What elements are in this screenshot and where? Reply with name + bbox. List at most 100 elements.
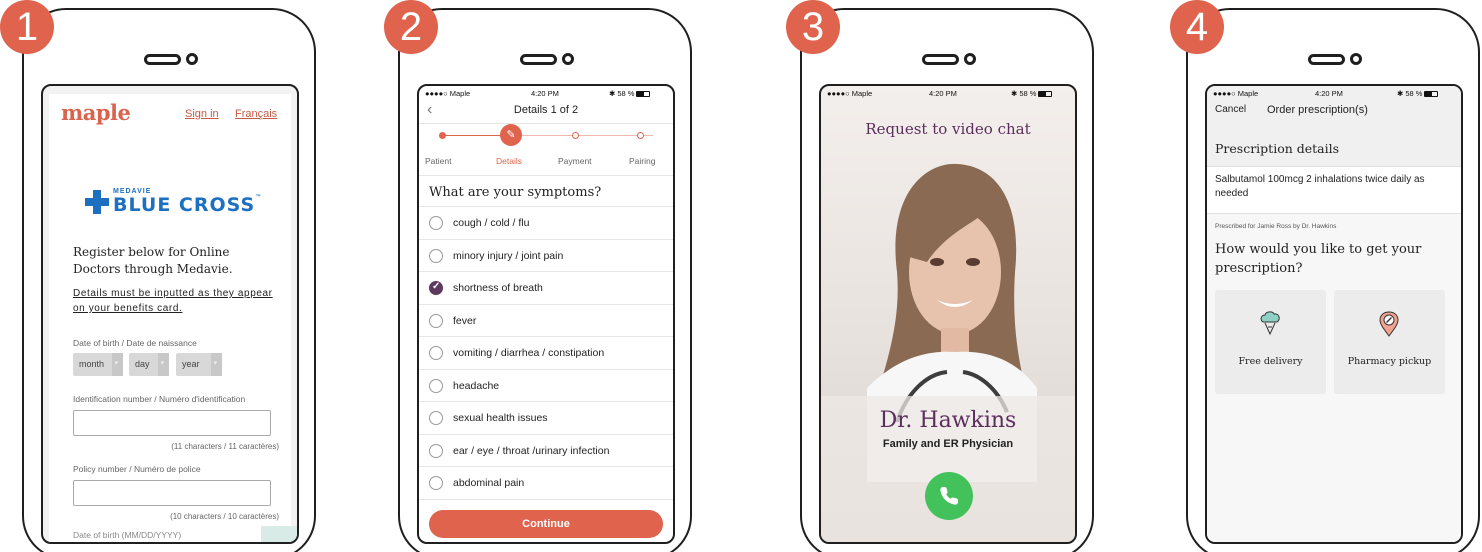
dob-format-label: Date of birth (MM/DD/YYYY) <box>73 530 182 540</box>
symptom-option[interactable]: ear / eye / throat /urinary infection <box>419 435 673 467</box>
decorative-corner <box>261 526 297 542</box>
registration-card: maple Sign in Français MEDAVIE BLUE CROS… <box>49 94 291 542</box>
doctor-role: Family and ER Physician <box>882 438 1014 450</box>
phone-camera <box>1350 53 1362 65</box>
answer-call-button[interactable] <box>925 472 973 520</box>
phone-frame-2: ●●●●○ Maple 4:20 PM ✱ 58 % ‹ Details 1 o… <box>398 8 692 552</box>
step-badge-4: 4 <box>1170 0 1224 54</box>
radio-icon <box>429 476 443 490</box>
step-dot-pairing <box>637 132 644 139</box>
delivery-icon <box>1260 311 1280 336</box>
carrier: ●●●●○ Maple <box>425 89 471 98</box>
symptom-list: cough / cold / flu minory injury / joint… <box>419 206 673 500</box>
symptom-option[interactable]: vomiting / diarrhea / constipation <box>419 337 673 370</box>
battery-icon <box>1038 91 1053 98</box>
symptom-option[interactable]: minory injury / joint pain <box>419 240 673 272</box>
id-label: Identification number / Numéro d'identif… <box>73 394 246 404</box>
free-delivery-option[interactable]: Free delivery <box>1215 290 1326 394</box>
phone-speaker <box>1308 54 1345 65</box>
map-pin-icon <box>1379 311 1399 337</box>
cancel-button[interactable]: Cancel <box>1215 100 1246 120</box>
pencil-icon: ✎ <box>500 124 522 146</box>
symptom-label: sexual health issues <box>453 412 548 424</box>
screen-symptoms: ●●●●○ Maple 4:20 PM ✱ 58 % ‹ Details 1 o… <box>417 84 675 544</box>
symptoms-question: What are your symptoms? <box>429 185 602 200</box>
radio-icon <box>429 378 443 393</box>
step-dot-patient <box>439 132 446 139</box>
symptom-option[interactable]: fever <box>419 305 673 337</box>
phone-speaker <box>144 54 181 65</box>
progress-line-todo <box>511 135 653 136</box>
phone-camera <box>562 53 574 65</box>
medavie-blue-cross-logo: MEDAVIE BLUE CROSS™ <box>85 182 275 222</box>
clock: 4:20 PM <box>929 89 957 98</box>
radio-icon <box>429 411 443 425</box>
maple-logo: maple <box>61 100 131 125</box>
symptom-label: ear / eye / throat /urinary infection <box>453 444 610 457</box>
free-delivery-label: Free delivery <box>1238 356 1303 367</box>
year-select[interactable]: year <box>176 353 222 376</box>
onboarding-steps: maple Sign in Français MEDAVIE BLUE CROS… <box>0 0 1482 552</box>
day-value: day <box>135 359 150 369</box>
id-hint: (11 characters / 11 caractères) <box>171 442 279 451</box>
insurer-big-text: BLUE CROSS™ <box>113 194 262 216</box>
francais-link[interactable]: Français <box>235 108 277 120</box>
register-text: Register below for Online Doctors throug… <box>73 245 233 276</box>
chevron-down-icon <box>112 353 123 376</box>
symptom-label: headache <box>453 379 500 392</box>
symptom-option[interactable]: shortness of breath <box>419 272 673 305</box>
trademark: ™ <box>255 194 263 201</box>
battery-level: ✱ 58 % <box>609 89 651 98</box>
screen-order-prescription: ●●●●○ Maple 4:20 PM ✱ 58 % Cancel Order … <box>1205 84 1463 544</box>
symptom-label: shortness of breath <box>453 282 543 294</box>
radio-icon <box>429 248 443 263</box>
symptom-option[interactable]: cough / cold / flu <box>419 207 673 240</box>
symptom-option[interactable]: abdominal pain <box>419 467 673 500</box>
insurer-big-label: BLUE CROSS <box>113 194 256 216</box>
symptom-option[interactable]: sexual health issues <box>419 402 673 435</box>
screen-video-chat: ●●●●○ Maple 4:20 PM ✱ 58 % Request to vi… <box>819 84 1077 544</box>
status-bar: ●●●●○ Maple 4:20 PM ✱ 58 % <box>821 86 1075 100</box>
sign-in-link[interactable]: Sign in <box>185 108 219 120</box>
phone-icon <box>940 487 958 505</box>
symptom-label: minory injury / joint pain <box>453 249 564 262</box>
pharmacy-pickup-option[interactable]: Pharmacy pickup <box>1334 290 1445 394</box>
doctor-name: Dr. Hawkins <box>879 408 1017 433</box>
carrier: ●●●●○ Maple <box>1213 89 1259 98</box>
screen-registration: maple Sign in Français MEDAVIE BLUE CROS… <box>41 84 299 544</box>
radio-icon <box>429 443 443 458</box>
status-bar: ●●●●○ Maple 4:20 PM ✱ 58 % <box>1207 86 1461 100</box>
phone-camera <box>964 53 976 65</box>
prescription-text: Salbutamol 100mcg 2 inhalations twice da… <box>1207 166 1461 214</box>
step-badge-2: 2 <box>384 0 438 54</box>
policy-hint: (10 characters / 10 caractères) <box>170 512 279 521</box>
step-badge-1: 1 <box>0 0 54 54</box>
battery-level: ✱ 58 % <box>1011 89 1053 98</box>
phone-frame-3: ●●●●○ Maple 4:20 PM ✱ 58 % Request to vi… <box>800 8 1094 552</box>
battery-level: ✱ 58 % <box>1397 89 1439 98</box>
battery-icon <box>1424 91 1439 98</box>
page-title: Order prescription(s) <box>1267 104 1368 116</box>
checked-radio-icon <box>429 281 443 295</box>
month-select[interactable]: month <box>73 353 123 376</box>
phone-speaker <box>922 54 959 65</box>
step-label-patient: Patient <box>425 156 452 166</box>
continue-button[interactable]: Continue <box>429 510 663 538</box>
status-bar: ●●●●○ Maple 4:20 PM ✱ 58 % <box>419 86 673 100</box>
year-value: year <box>182 359 200 369</box>
prescription-details-heading: Prescription details <box>1215 141 1340 156</box>
policy-number-input[interactable] <box>73 480 271 506</box>
phone-camera <box>186 53 198 65</box>
phone-speaker <box>520 54 557 65</box>
day-select[interactable]: day <box>129 353 169 376</box>
radio-icon <box>429 346 443 360</box>
symptom-option[interactable]: headache <box>419 370 673 402</box>
battery-icon <box>636 91 651 98</box>
step-label-details: Details <box>496 156 522 166</box>
symptom-label: vomiting / diarrhea / constipation <box>453 347 605 359</box>
phone-frame-1: maple Sign in Français MEDAVIE BLUE CROS… <box>22 8 316 552</box>
id-number-input[interactable] <box>73 410 271 436</box>
radio-icon <box>429 313 443 328</box>
video-chat-title: Request to video chat <box>865 120 1031 138</box>
radio-icon <box>429 216 443 230</box>
